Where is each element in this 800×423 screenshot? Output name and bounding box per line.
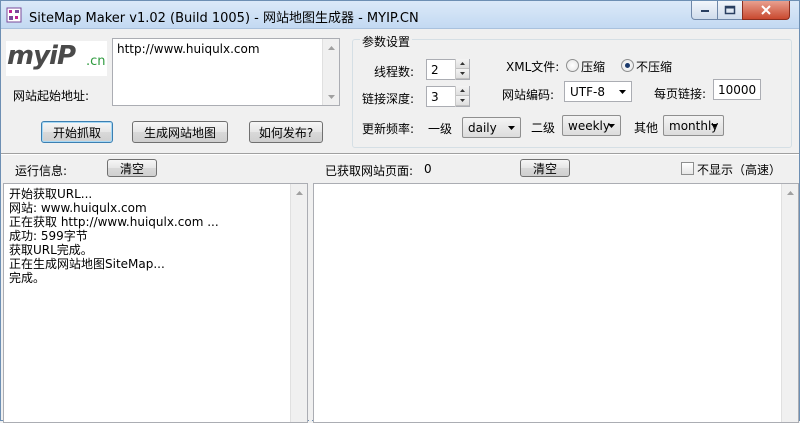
scroll-down-button[interactable] — [323, 88, 339, 105]
xml-no-compress-label[interactable]: 不压缩 — [636, 58, 672, 75]
log-line: 获取URL完成。 — [9, 243, 93, 257]
xml-compress-radio[interactable] — [566, 59, 579, 72]
threads-spin-up[interactable] — [456, 59, 469, 69]
start-crawl-button[interactable]: 开始抓取 — [41, 121, 113, 143]
close-icon — [761, 5, 771, 15]
level2-label: 二级 — [531, 121, 556, 135]
chevron-up-icon — [786, 190, 794, 195]
chevron-down-icon — [460, 99, 465, 102]
depth-label: 链接深度: — [362, 92, 415, 106]
chevron-down-icon — [508, 126, 515, 130]
maximize-button[interactable] — [717, 1, 743, 20]
level1-select[interactable]: daily — [462, 117, 521, 138]
chevron-down-icon — [460, 72, 465, 75]
logo-suffix-text: .cn — [86, 54, 106, 69]
pages-panel-label: 已获取网站页面: — [325, 164, 414, 178]
threads-value: 2 — [431, 63, 439, 77]
depth-value: 3 — [431, 90, 439, 104]
xml-label: XML文件: — [506, 60, 560, 74]
window-title: SiteMap Maker v1.02 (Build 1005) - 网站地图生… — [29, 11, 419, 26]
panel-splitter[interactable] — [309, 156, 312, 422]
log-panel-header: 运行信息: 清空 — [3, 156, 308, 182]
encoding-select[interactable]: UTF-8 — [564, 81, 632, 102]
logo-main-text: myiP — [7, 41, 76, 71]
threads-label: 线程数: — [374, 65, 415, 79]
app-window: SiteMap Maker v1.02 (Build 1005) - 网站地图生… — [0, 0, 800, 423]
chevron-up-icon — [460, 62, 465, 65]
encoding-label: 网站编码: — [502, 88, 555, 102]
log-lines: 开始获取URL... 网站: www.huiqulx.com 正在获取 http… — [9, 187, 219, 285]
log-line: 正在生成网站地图SiteMap... — [9, 257, 165, 271]
threads-spinner[interactable] — [455, 59, 469, 80]
chevron-down-icon — [711, 124, 718, 128]
minimize-button[interactable] — [691, 1, 718, 20]
generate-sitemap-button[interactable]: 生成网站地图 — [132, 121, 228, 143]
level2-value: weekly — [568, 119, 610, 133]
depth-spinner[interactable] — [455, 86, 469, 107]
chevron-up-icon — [295, 190, 303, 195]
log-panel: 运行信息: 清空 开始获取URL... 网站: www.huiqulx.com … — [3, 156, 308, 423]
myip-logo: myiP .cn — [6, 41, 107, 76]
pages-list[interactable] — [313, 183, 799, 423]
log-line: 完成。 — [9, 271, 46, 285]
log-line: 成功: 599字节 — [9, 229, 88, 243]
xml-compress-label[interactable]: 压缩 — [581, 58, 605, 75]
chevron-down-icon — [608, 124, 615, 128]
log-line: 开始获取URL... — [9, 187, 93, 201]
pages-panel-header: 已获取网站页面: 0 清空 不显示（高速） — [313, 156, 799, 182]
xml-no-compress-radio[interactable] — [621, 59, 634, 72]
encoding-value: UTF-8 — [570, 85, 605, 99]
log-panel-label: 运行信息: — [15, 164, 68, 178]
start-url-label: 网站起始地址: — [13, 89, 90, 103]
maximize-icon — [724, 5, 736, 15]
depth-spin-down[interactable] — [456, 96, 469, 106]
chevron-up-icon — [327, 45, 335, 50]
scroll-up-button[interactable] — [291, 184, 307, 201]
update-frequency-label: 更新频率: — [362, 122, 415, 136]
per-page-value: 10000 — [718, 83, 757, 97]
start-url-scrollbar[interactable] — [322, 39, 339, 105]
clear-log-button[interactable]: 清空 — [107, 159, 157, 177]
log-line: 正在获取 http://www.huiqulx.com ... — [9, 215, 219, 229]
settings-group-title: 参数设置 — [360, 33, 413, 50]
hide-pages-label[interactable]: 不显示（高速） — [697, 161, 781, 178]
scroll-up-button[interactable] — [323, 39, 339, 56]
per-page-label: 每页链接: — [654, 87, 707, 101]
chevron-down-icon — [619, 90, 626, 94]
how-to-publish-button[interactable]: 如何发布? — [249, 121, 323, 143]
clear-pages-button[interactable]: 清空 — [520, 159, 570, 177]
app-icon — [6, 7, 22, 23]
depth-spin-up[interactable] — [456, 86, 469, 96]
per-page-input[interactable]: 10000 — [713, 79, 761, 100]
pages-count: 0 — [424, 162, 432, 176]
level1-label: 一级 — [428, 122, 453, 136]
minimize-icon — [700, 10, 709, 12]
log-line: 网站: www.huiqulx.com — [9, 201, 147, 215]
log-scrollbar[interactable] — [290, 184, 307, 422]
pages-scrollbar[interactable] — [781, 184, 798, 422]
pages-panel: 已获取网站页面: 0 清空 不显示（高速） — [313, 156, 799, 423]
hide-pages-checkbox[interactable] — [681, 162, 694, 175]
horizontal-divider — [1, 153, 799, 155]
chevron-down-icon — [327, 94, 335, 99]
close-button[interactable] — [742, 1, 790, 20]
threads-spin-down[interactable] — [456, 69, 469, 79]
level1-value: daily — [468, 121, 497, 135]
title-bar[interactable]: SiteMap Maker v1.02 (Build 1005) - 网站地图生… — [1, 1, 799, 29]
other-select[interactable]: monthly — [663, 115, 724, 136]
level2-select[interactable]: weekly — [562, 115, 621, 136]
start-url-input[interactable]: http://www.huiqulx.com — [112, 38, 340, 106]
start-url-value: http://www.huiqulx.com — [117, 42, 260, 56]
other-label: 其他 — [634, 121, 659, 135]
log-textarea[interactable]: 开始获取URL... 网站: www.huiqulx.com 正在获取 http… — [3, 183, 308, 423]
scroll-up-button[interactable] — [782, 184, 798, 201]
chevron-up-icon — [460, 89, 465, 92]
